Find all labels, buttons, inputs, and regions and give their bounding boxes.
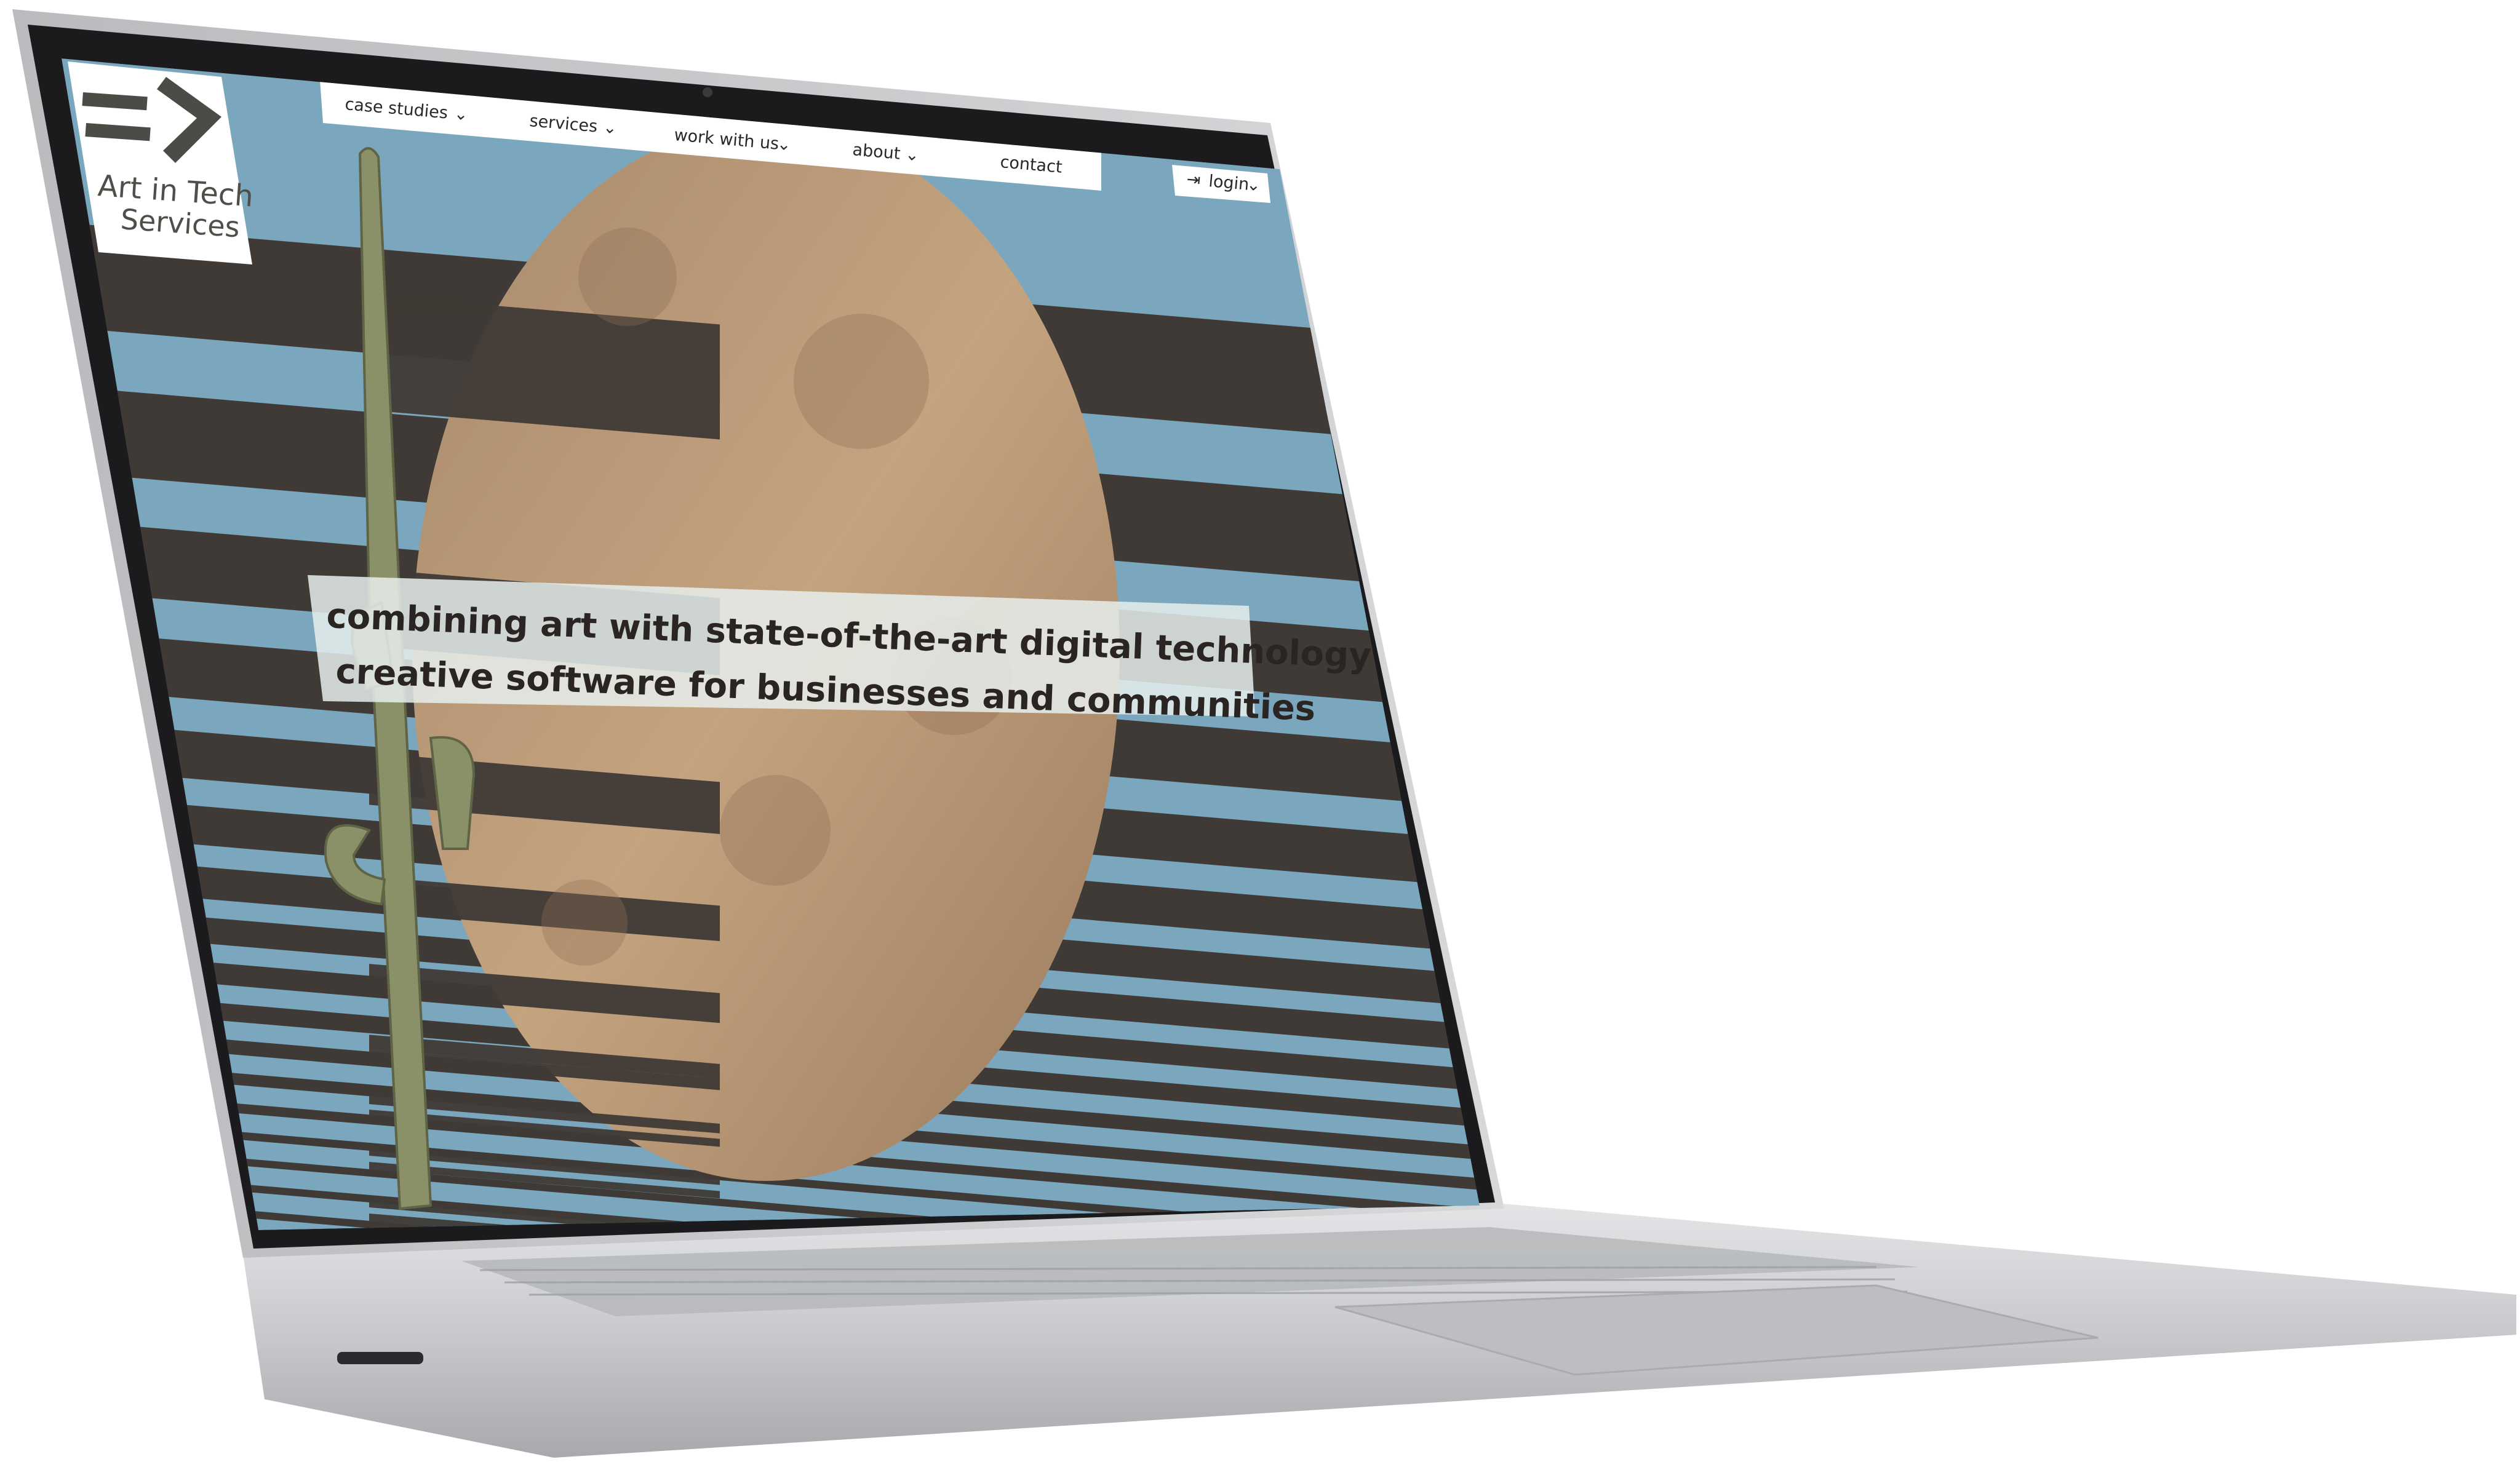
- mockup-stage: Art in Tech Services case studies ⌄ serv…: [0, 0, 2520, 1462]
- chevron-down-icon: ⌄: [904, 145, 920, 165]
- website-screen: Art in Tech Services case studies ⌄ serv…: [62, 58, 1480, 1230]
- login-label: login: [1208, 172, 1250, 194]
- chevron-down-icon: ⌄: [602, 118, 618, 138]
- chevron-down-icon: ⌄: [776, 135, 792, 155]
- usb-port: [337, 1352, 423, 1364]
- webcam: [703, 87, 712, 97]
- laptop-mockup: Art in Tech Services case studies ⌄ serv…: [12, 9, 2516, 1458]
- chevron-down-icon: ⌄: [1246, 175, 1261, 196]
- login-icon: ⇥: [1186, 170, 1201, 190]
- chevron-down-icon: ⌄: [453, 105, 469, 125]
